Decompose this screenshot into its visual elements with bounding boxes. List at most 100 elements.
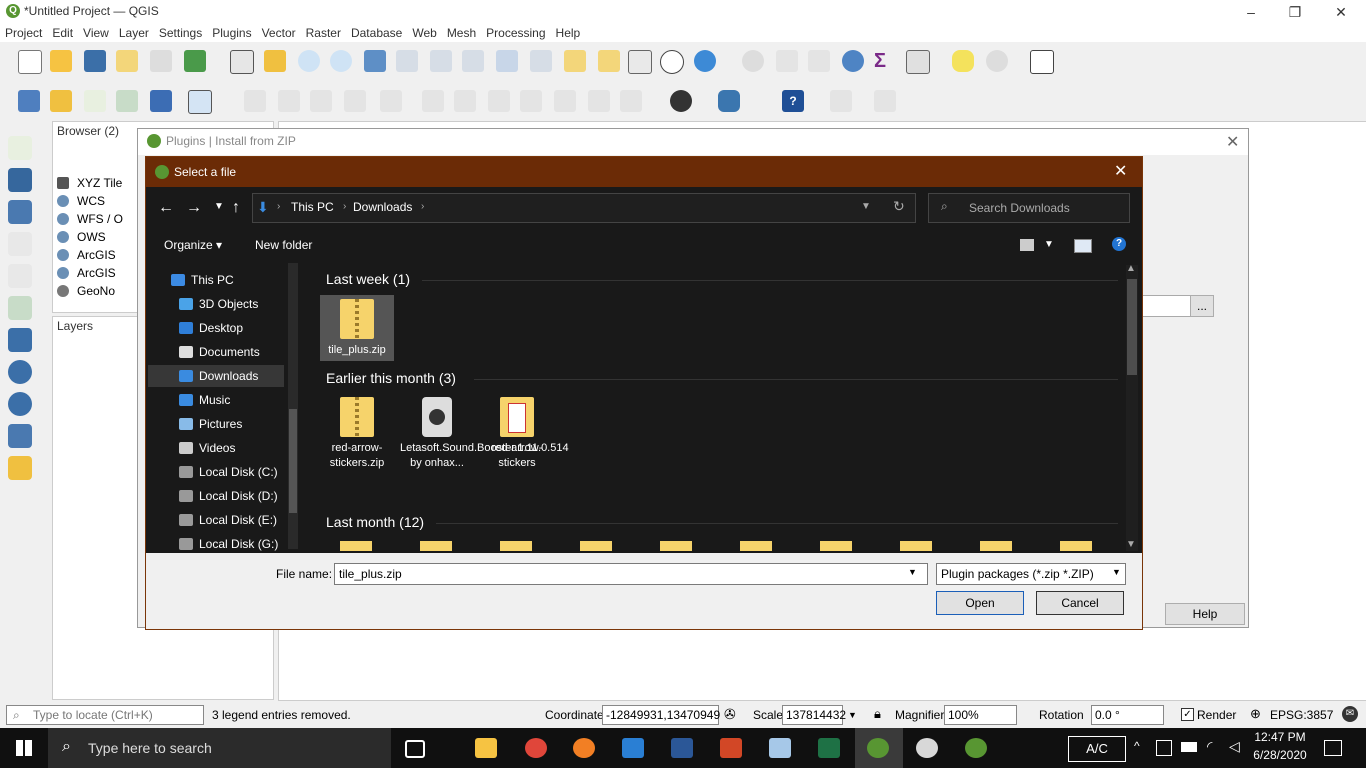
zoom-native-icon[interactable]: [462, 50, 484, 72]
style-manager-icon[interactable]: [184, 50, 206, 72]
nav-local-disk-d[interactable]: Local Disk (D:): [179, 489, 278, 503]
group-last-week[interactable]: Last week (1): [326, 271, 410, 287]
menu-layer[interactable]: Layer: [114, 24, 154, 42]
deselect-icon[interactable]: [874, 90, 896, 112]
redo-icon[interactable]: [620, 90, 642, 112]
menu-plugins[interactable]: Plugins: [207, 24, 256, 42]
group-earlier-this-month[interactable]: Earlier this month (3): [326, 370, 456, 386]
measure-icon[interactable]: [906, 50, 930, 74]
paste-features-icon[interactable]: [554, 90, 576, 112]
add-wfs-icon[interactable]: [8, 424, 32, 448]
file-item-red-arrow-folder[interactable]: red-arrow-stickers: [480, 397, 554, 471]
clock-date[interactable]: 6/28/2020: [1248, 748, 1312, 762]
keyboard-layout[interactable]: A/C: [1068, 736, 1126, 762]
chevron-down-icon[interactable]: ▼: [1112, 567, 1121, 577]
browser-item[interactable]: OWS: [57, 230, 106, 244]
help-button[interactable]: Help: [1165, 603, 1245, 625]
add-postgis-icon[interactable]: [8, 328, 32, 352]
forward-icon[interactable]: →: [186, 199, 202, 217]
vertex-tool-icon[interactable]: [380, 90, 402, 112]
menu-database[interactable]: Database: [346, 24, 407, 42]
menu-view[interactable]: View: [78, 24, 114, 42]
back-icon[interactable]: ←: [158, 199, 174, 217]
data-source-manager-icon[interactable]: [18, 90, 40, 112]
address-bar[interactable]: ⬇ › This PC › Downloads › ▼ ↻: [252, 193, 916, 223]
breadcrumb-this-pc[interactable]: This PC: [291, 200, 334, 214]
layout-icon[interactable]: [116, 50, 138, 72]
add-spatialite-icon[interactable]: [8, 264, 32, 288]
nav-downloads[interactable]: Downloads: [179, 369, 258, 383]
group-last-month[interactable]: Last month (12): [326, 514, 424, 530]
text-annotation-icon[interactable]: [1030, 50, 1054, 74]
save-edits-icon[interactable]: [310, 90, 332, 112]
rotation-field[interactable]: 0.0 °: [1091, 705, 1164, 725]
new-virtual-layer-icon[interactable]: [150, 90, 172, 112]
plugin-car-icon[interactable]: [670, 90, 692, 112]
locator-icon[interactable]: [986, 50, 1008, 72]
add-virtual-layer-icon[interactable]: [8, 296, 32, 320]
add-arcgis-icon[interactable]: [8, 456, 32, 480]
powerpoint-icon[interactable]: [720, 738, 742, 758]
new-bookmark-icon[interactable]: [598, 50, 620, 72]
crs-button[interactable]: EPSG:3857: [1270, 708, 1333, 722]
file-list-scrollbar-thumb[interactable]: [1127, 279, 1137, 375]
new-shapefile-icon[interactable]: [84, 90, 106, 112]
cut-features-icon[interactable]: [488, 90, 510, 112]
nav-3d-objects[interactable]: 3D Objects: [179, 297, 258, 311]
toggle-editing-icon[interactable]: [244, 90, 266, 112]
cancel-button[interactable]: Cancel: [1036, 591, 1124, 615]
nav-local-disk-c[interactable]: Local Disk (C:): [179, 465, 278, 479]
menu-processing[interactable]: Processing: [481, 24, 550, 42]
zoom-next-icon[interactable]: [530, 50, 552, 72]
browser-item[interactable]: WFS / O: [57, 212, 123, 226]
nav-music[interactable]: Music: [179, 393, 230, 407]
nav-scrollbar-thumb[interactable]: [289, 409, 297, 513]
view-options-icon[interactable]: [1020, 239, 1034, 251]
wifi-icon[interactable]: ◜: [1207, 738, 1212, 755]
menu-mesh[interactable]: Mesh: [442, 24, 481, 42]
chevron-up-icon[interactable]: ^: [1134, 739, 1140, 753]
chevron-down-icon[interactable]: ▼: [861, 201, 871, 212]
nav-documents[interactable]: Documents: [179, 345, 260, 359]
search-box[interactable]: ⌕ Search Downloads: [928, 193, 1130, 223]
task-view-icon[interactable]: [405, 740, 425, 758]
current-edits-icon[interactable]: [278, 90, 300, 112]
print-icon[interactable]: [150, 50, 172, 72]
new-map-view-icon[interactable]: [564, 50, 586, 72]
temporal-icon[interactable]: [660, 50, 684, 74]
locator-input[interactable]: ⌕ Type to locate (Ctrl+K): [6, 705, 204, 725]
chrome-icon[interactable]: [525, 738, 547, 758]
recent-locations-icon[interactable]: ▼: [214, 201, 224, 212]
organize-button[interactable]: Organize ▾: [164, 238, 222, 252]
mail-icon[interactable]: [622, 738, 644, 758]
up-icon[interactable]: ↑: [232, 199, 240, 217]
render-checkbox[interactable]: ✓: [1181, 708, 1194, 721]
save-project-icon[interactable]: [84, 50, 106, 72]
qgis-icon[interactable]: [965, 738, 987, 758]
volume-icon[interactable]: ◁: [1229, 738, 1240, 755]
zoom-out-icon[interactable]: [330, 50, 352, 72]
messages-icon[interactable]: ✉: [1342, 706, 1358, 722]
bookmarks-icon[interactable]: [628, 50, 652, 74]
new-project-icon[interactable]: [18, 50, 42, 74]
menu-settings[interactable]: Settings: [154, 24, 207, 42]
excel-icon[interactable]: [818, 738, 840, 758]
menu-vector[interactable]: Vector: [257, 24, 301, 42]
file-item-letasoft[interactable]: Letasoft.Sound.Booster.1.11.0.514 by onh…: [400, 397, 569, 471]
breadcrumb-downloads[interactable]: Downloads: [353, 200, 412, 214]
paint-palette-icon[interactable]: [916, 738, 938, 758]
zoom-full-icon[interactable]: [364, 50, 386, 72]
chevron-down-icon[interactable]: ▼: [908, 567, 917, 577]
scroll-down-icon[interactable]: ▼: [1126, 539, 1136, 550]
modify-attributes-icon[interactable]: [422, 90, 444, 112]
lock-icon[interactable]: 🔒︎: [874, 706, 881, 722]
undo-icon[interactable]: [588, 90, 610, 112]
processing-toolbox-icon[interactable]: [842, 50, 864, 72]
zoom-last-icon[interactable]: [496, 50, 518, 72]
minimize-icon[interactable]: –: [1228, 2, 1274, 22]
zoom-in-icon[interactable]: [298, 50, 320, 72]
word-icon[interactable]: [671, 738, 693, 758]
browser-item[interactable]: ArcGIS: [57, 248, 116, 262]
delete-selected-icon[interactable]: [454, 90, 476, 112]
battery-icon[interactable]: [1181, 742, 1197, 752]
